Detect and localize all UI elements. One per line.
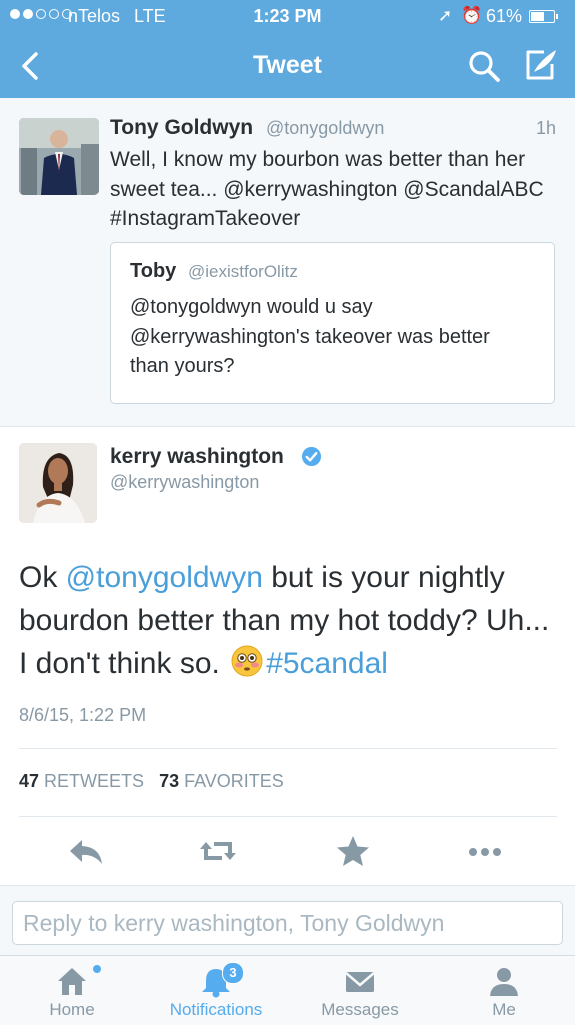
quoted-tweet-text: @tonygoldwyn would u say @kerrywashingto… [130,296,490,377]
tab-label: Me [492,1000,516,1019]
avatar[interactable] [19,443,97,523]
battery-tip [556,14,558,19]
tab-me[interactable]: Me [434,956,574,1025]
tweet-time: 1h [536,118,557,138]
favorites-stat[interactable]: 73 FAVORITES [159,771,284,791]
tweet-text-part: Ok [19,561,66,594]
reply-input[interactable] [12,901,563,945]
divider [19,748,557,749]
tab-home[interactable]: Home [2,956,142,1025]
battery-icon [529,10,555,23]
quoted-tweet[interactable]: Toby @iexistforOlitz @tonygoldwyn would … [110,242,555,404]
quoted-author-name: Toby [130,260,177,282]
tab-label: Notifications [169,1000,263,1019]
retweets-label: RETWEETS [44,771,145,791]
favorite-star-icon[interactable] [333,832,373,870]
retweet-icon[interactable] [198,832,238,870]
home-icon [58,968,86,995]
author-name[interactable]: Tony Goldwyn [110,116,253,140]
envelope-icon [345,972,375,992]
reply-bar [0,885,575,956]
mention-link[interactable]: @tonygoldwyn [66,561,263,594]
tab-messages[interactable]: Messages [290,956,430,1025]
location-arrow-icon: ➚ [438,6,453,25]
author-handle[interactable]: @kerrywashington [110,472,259,493]
alarm-icon: ⏰ [461,6,483,25]
tab-label: Home [49,1000,95,1019]
reply-icon[interactable] [66,832,106,870]
compose-icon[interactable] [522,46,560,84]
author-name[interactable]: kerry washington [110,445,284,469]
parent-tweet[interactable]: Tony Goldwyn @tonygoldwyn 1h Well, I kno… [0,98,575,427]
status-bar: nTelos LTE 1:23 PM ➚ ⏰ 61% [0,0,575,34]
quoted-author-handle: @iexistforOlitz [188,262,298,281]
person-icon [490,968,518,996]
tab-notifications[interactable]: 3 Notifications [146,956,286,1025]
flushed-face-emoji [231,645,263,677]
tab-bar: Home 3 Notifications Messages Me [0,955,575,1025]
favorites-count: 73 [159,771,180,791]
author-handle[interactable]: @tonygoldwyn [266,118,384,139]
hashtag-link[interactable]: #5candal [266,647,388,680]
tab-label: Messages [321,1000,399,1019]
tweet-timestamp: 8/6/15, 1:22 PM [19,705,147,725]
retweets-count: 47 [19,771,40,791]
verified-badge-icon [301,446,322,467]
top-bar: nTelos LTE 1:23 PM ➚ ⏰ 61% Tweet [0,0,575,98]
notifications-badge: 3 [222,962,244,984]
tweet-text: Well, I know my bourbon was better than … [110,148,544,230]
nav-bar: Tweet [0,34,575,98]
battery-percent: 61% [486,6,523,26]
new-content-dot [93,965,101,973]
tweet-text: Ok @tonygoldwyn but is your nightly bour… [19,556,559,685]
more-icon[interactable] [465,832,505,870]
favorites-label: FAVORITES [184,771,284,791]
search-icon[interactable] [466,48,502,84]
avatar[interactable] [19,118,99,195]
divider [19,816,557,817]
tweet-stats: 47 RETWEETS 73 FAVORITES [19,771,284,792]
retweets-stat[interactable]: 47 RETWEETS [19,771,144,791]
